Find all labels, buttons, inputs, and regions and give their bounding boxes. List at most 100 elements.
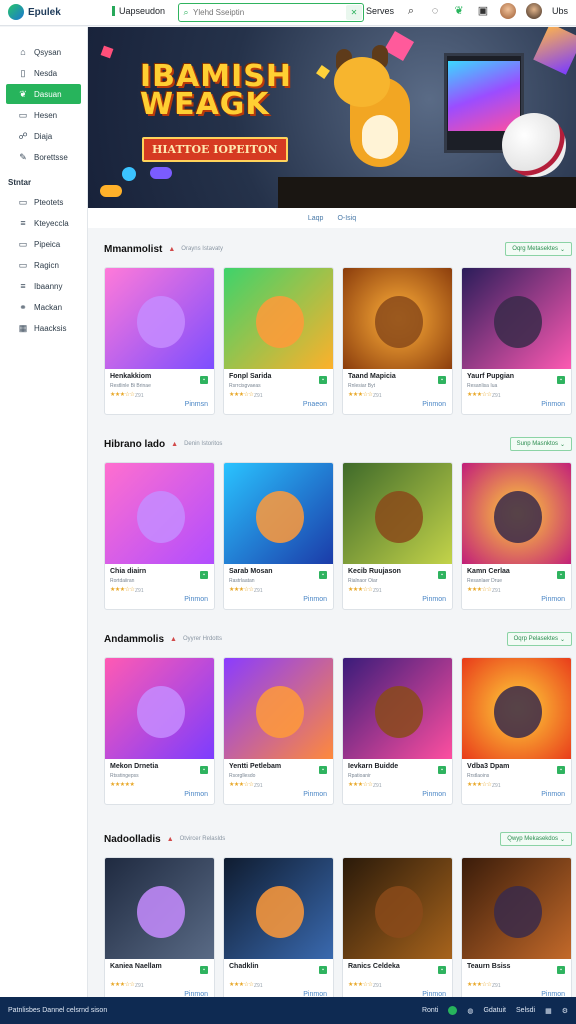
game-card[interactable]: Chia diairn Rortdaiiran ▪ ★★★☆☆ Z91 Pinm… [104,462,215,610]
rating-stars: ★★★☆☆ [467,982,492,988]
section-more-button[interactable]: Qwyp Mekasekdos ⌄ [500,832,572,846]
leaf-icon: ❦ [19,88,27,99]
game-thumbnail[interactable] [343,658,452,759]
game-thumbnail[interactable] [343,268,452,369]
game-card[interactable]: Vdba3 Dpam Rrstlaoins ▪ ★★★☆☆ Z91 Pinmon [461,657,572,805]
section-more-button[interactable]: Oqrg Metasektes ⌄ [505,242,572,256]
game-thumbnail[interactable] [105,463,214,564]
game-thumbnail[interactable] [224,463,333,564]
sidebar-item-label: Mackan [34,302,63,312]
sidebar-subitem-6[interactable]: ⚭ Mackan [6,297,81,317]
card-subtitle: Rialnaor Oiar [348,578,378,584]
game-thumbnail[interactable] [462,268,571,369]
game-thumbnail[interactable] [462,463,571,564]
game-card[interactable]: Fonpl Sarida Rsrrcisgvaeas ▪ ★★★☆☆ Z91 P… [223,267,334,415]
chat-icon[interactable]: ◌ [428,4,442,18]
character-illustration [256,296,304,348]
sidebar-subitem-4[interactable]: ▭ Ragicn [6,255,81,275]
globe-icon[interactable]: ◍ [467,1007,473,1015]
game-thumbnail[interactable] [224,658,333,759]
game-thumbnail[interactable] [224,268,333,369]
character-illustration [137,491,185,543]
game-card[interactable]: Chadklin ▪ ★★★☆☆ Z91 Pinmon [223,857,334,1005]
search-icon[interactable]: ⌕ [404,4,418,18]
game-section: Andammolis ▲ Oyyrer Hrdotts Oqrp Pelasek… [104,631,572,805]
game-thumbnail[interactable] [224,858,333,959]
game-card[interactable]: Yaurf Pupgian Resanlisa Iua ▪ ★★★☆☆ Z91 … [461,267,572,415]
search-input[interactable] [193,8,343,17]
footer-link[interactable]: Gdatuit [483,1007,506,1014]
avatar[interactable] [499,3,516,19]
card-link[interactable]: Pinmon [422,596,446,603]
section-title: Andammolis [104,633,165,645]
hero-title-line2: WEAGK [140,87,270,122]
search-clear-button[interactable]: ✕ [346,5,362,20]
game-card[interactable]: Mekon Drnetia Rtsstingepss ▪ ★★★★★ Pinmo… [104,657,215,805]
sidebar-subitem-1[interactable]: ▭ Pteotets [6,192,81,212]
game-thumbnail[interactable] [343,463,452,564]
card-link[interactable]: Pinmon [541,791,565,798]
card-link[interactable]: Pnaeon [303,401,327,408]
game-card[interactable]: Kecib Ruujason Rialnaor Oiar ▪ ★★★☆☆ Z91… [342,462,453,610]
tab-right[interactable]: O-Isiq [337,215,356,222]
hero-banner[interactable]: IBAMISH WEAGK HIATTOE IOPEITON [88,27,576,208]
footer-link[interactable]: Selsdi [516,1007,535,1014]
tab-left[interactable]: Laqp [308,215,324,222]
app-title-bar [112,6,115,16]
sidebar-item-4[interactable]: ▭ Hesen [6,105,81,125]
services-link[interactable]: Serves [366,6,394,16]
settings-icon[interactable]: ⚙ [562,1007,568,1015]
game-card[interactable]: Teaurn Bsiss ▪ ★★★☆☆ Z91 Pinmon [461,857,572,1005]
section-more-button[interactable]: Oqrp Pelasektes ⌄ [506,632,572,646]
avatar-secondary[interactable] [525,3,542,19]
character-illustration [137,296,185,348]
card-link[interactable]: Pinmon [541,596,565,603]
card-link[interactable]: Pinmon [184,596,208,603]
game-thumbnail[interactable] [105,658,214,759]
user-label[interactable]: Ubs [552,6,568,16]
card-link[interactable]: Pinmsn [185,401,208,408]
users-icon: ☍ [18,130,28,141]
sidebar-item-5[interactable]: ☍ Diaja [6,126,81,146]
app-logo[interactable]: Epulek [8,4,61,20]
section-more-button[interactable]: Sunp Masnktos ⌄ [509,437,572,451]
sidebar-subitem-7[interactable]: ▦ Haacksis [6,318,81,338]
sidebar-item-3[interactable]: ❦ Dasuan [6,84,81,104]
hero-subtitle: HIATTOE IOPEITON [142,137,288,162]
game-thumbnail[interactable] [343,858,452,959]
game-card[interactable]: Yentti Petlebam Rsorgllesdo ▪ ★★★☆☆ Z91 … [223,657,334,805]
sidebar-item-2[interactable]: ▯ Nesda [6,63,81,83]
sidebar-subitem-3[interactable]: ▭ Pipeica [6,234,81,254]
decor-shape [533,27,576,75]
game-card[interactable]: Taand Mapicia Rnlesiar Byt ▪ ★★★☆☆ Z91 P… [342,267,453,415]
card-link[interactable]: Pinmon [303,791,327,798]
card-title: Kecib Ruujason [348,568,401,575]
card-link[interactable]: Pinmon [422,401,446,408]
search-bar[interactable]: ⌕ ✕ [178,3,364,22]
game-card[interactable]: Kaniea Naellam ▪ ★★★☆☆ Z91 Pinmon [104,857,215,1005]
card-link[interactable]: Pinmon [422,791,446,798]
character-illustration [256,686,304,738]
game-card[interactable]: Sarab Mosan Rastrlaatan ▪ ★★★☆☆ Z91 Pinm… [223,462,334,610]
sidebar-subitem-2[interactable]: ≡ Kteyeccla [6,213,81,233]
leaf-icon[interactable]: ❦ [452,4,466,18]
card-link[interactable]: Pinmon [541,401,565,408]
character-illustration [375,491,423,543]
footer-link[interactable]: Ronti [422,1007,438,1014]
grid-icon[interactable]: ▦ [545,1007,552,1015]
sidebar-subitem-5[interactable]: ≡ Ibaanny [6,276,81,296]
game-thumbnail[interactable] [105,858,214,959]
card-link[interactable]: Pinmon [303,596,327,603]
game-thumbnail[interactable] [462,658,571,759]
game-card[interactable]: Henkakkiom Restlinle Bi Brinae ▪ ★★★☆☆ Z… [104,267,215,415]
sidebar-item-1[interactable]: ⌂ Qsysan [6,42,81,62]
game-card[interactable]: Ranics Celdeka ▪ ★★★☆☆ Z91 Pinmon [342,857,453,1005]
game-thumbnail[interactable] [105,268,214,369]
game-thumbnail[interactable] [462,858,571,959]
game-card[interactable]: Ievkarn Buidde Rpatioanir ▪ ★★★☆☆ Z91 Pi… [342,657,453,805]
game-card[interactable]: Kamn Cerlaa Resanlaer Drue ▪ ★★★☆☆ Z91 P… [461,462,572,610]
card-grid: Kaniea Naellam ▪ ★★★☆☆ Z91 Pinmon Chadkl… [104,857,572,1005]
card-link[interactable]: Pinmon [184,791,208,798]
sidebar-item-6[interactable]: ✎ Borettsse [6,147,81,167]
notification-icon[interactable]: ▣ [476,4,490,18]
